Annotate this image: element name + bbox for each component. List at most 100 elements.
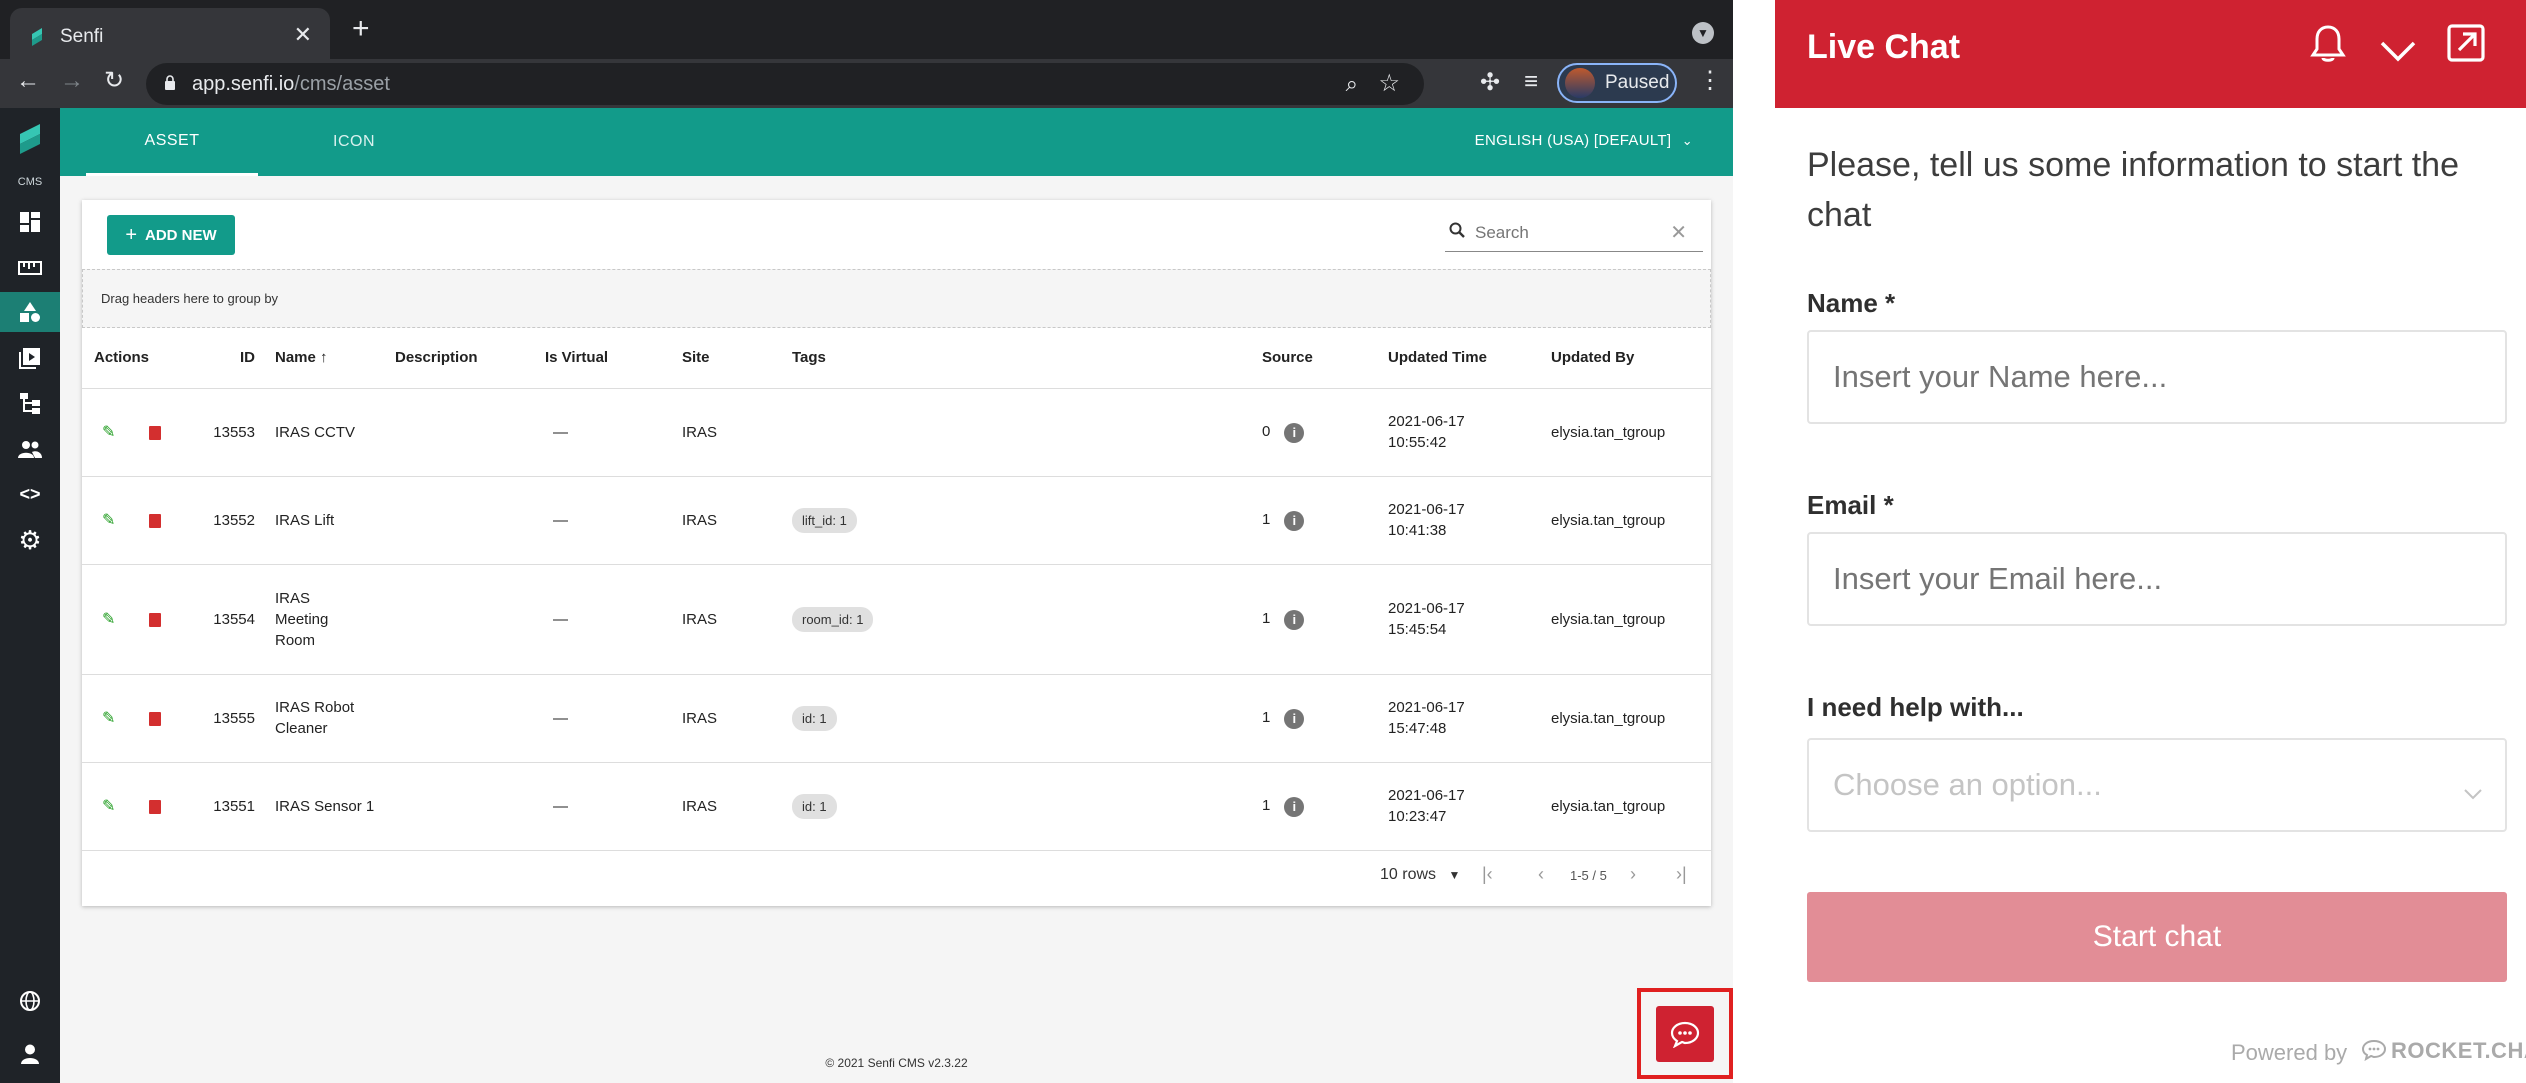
browser-tab[interactable]: Senfi ✕ (10, 8, 330, 66)
source-value: 1 (1262, 797, 1271, 815)
tab-icon[interactable]: ICON (268, 108, 440, 176)
edit-icon[interactable]: ✎ (102, 796, 115, 817)
cell-tags (784, 388, 1254, 477)
cell-id: 13551 (202, 762, 267, 851)
col-name[interactable]: Name ↑ (267, 328, 387, 389)
delete-icon[interactable] (149, 799, 162, 814)
clear-search-icon[interactable]: ✕ (1670, 220, 1687, 245)
address-bar[interactable]: app.senfi.io/cms/asset ⌕ ☆ (146, 63, 1424, 105)
live-chat-header: Live Chat (1775, 0, 2526, 108)
col-id[interactable]: ID (202, 328, 267, 389)
reload-icon[interactable]: ↻ (104, 66, 124, 96)
cell-updated-time: 2021-06-17 15:45:54 (1380, 564, 1543, 675)
table-row[interactable]: ✎ 13551 IRAS Sensor 1 — IRAS id: 1 1i 20… (82, 762, 1711, 851)
delete-icon[interactable] (149, 425, 162, 440)
name-field[interactable] (1807, 330, 2507, 424)
delete-icon[interactable] (149, 612, 162, 627)
email-field[interactable] (1807, 532, 2507, 626)
info-icon[interactable]: i (1284, 796, 1305, 817)
col-updated-time[interactable]: Updated Time (1380, 328, 1543, 389)
tab-asset[interactable]: ASSET (86, 108, 258, 176)
prev-page-icon[interactable]: ‹ (1538, 864, 1544, 885)
popout-icon[interactable] (2447, 24, 2485, 72)
start-chat-button[interactable]: Start chat (1807, 892, 2507, 982)
source-value: 1 (1262, 610, 1271, 628)
updated-clock: 10:23:47 (1388, 808, 1447, 825)
rows-per-page-label: 10 rows (1380, 866, 1437, 883)
asset-grid-card: + ADD NEW ✕ Drag headers here to group b… (82, 200, 1711, 906)
edit-icon[interactable]: ✎ (102, 422, 115, 443)
first-page-icon[interactable]: |‹ (1482, 864, 1493, 885)
table-row[interactable]: ✎ 13554 IRAS Meeting Room — IRAS room_id… (82, 564, 1711, 675)
back-icon[interactable]: ← (16, 66, 40, 96)
shapes-icon[interactable] (0, 292, 60, 332)
gear-icon[interactable]: ⚙ (0, 520, 60, 560)
updated-clock: 10:55:42 (1388, 434, 1447, 451)
info-icon[interactable]: i (1284, 422, 1305, 443)
col-tags[interactable]: Tags (784, 328, 1254, 389)
reading-list-icon[interactable]: ≡ (1524, 68, 1538, 96)
info-icon[interactable]: i (1284, 609, 1305, 630)
col-site[interactable]: Site (674, 328, 784, 389)
tag-chip[interactable]: id: 1 (792, 793, 837, 819)
code-icon[interactable]: <> (0, 474, 60, 514)
sort-arrow-up-icon: ↑ (320, 349, 328, 367)
cell-updated-by: elysia.tan_tgroup (1543, 388, 1711, 477)
tag-chip[interactable]: room_id: 1 (792, 606, 874, 632)
delete-icon[interactable] (149, 513, 162, 528)
globe-icon[interactable] (0, 981, 60, 1021)
media-icon[interactable] (0, 338, 60, 378)
table-row[interactable]: ✎ 13552 IRAS Lift — IRAS lift_id: 1 1i 2… (82, 476, 1711, 565)
rocket-chat-brand[interactable]: ROCKET.CHAT (2391, 1038, 2526, 1064)
source-value: 0 (1262, 423, 1271, 441)
profile-button[interactable]: Paused (1557, 63, 1677, 103)
info-icon[interactable]: i (1284, 708, 1305, 729)
col-is-virtual[interactable]: Is Virtual (537, 328, 674, 389)
language-selector[interactable]: ENGLISH (USA) [DEFAULT] ⌄ (1475, 132, 1693, 149)
account-icon[interactable] (0, 1034, 60, 1074)
cell-id: 13554 (202, 564, 267, 675)
edit-icon[interactable]: ✎ (102, 708, 115, 729)
col-description[interactable]: Description (387, 328, 537, 389)
search-input[interactable] (1475, 222, 1655, 243)
add-new-button[interactable]: + ADD NEW (107, 215, 235, 255)
zoom-icon[interactable]: ⌕ (1346, 71, 1358, 97)
hierarchy-icon[interactable] (0, 383, 60, 423)
chevron-down-icon (2463, 772, 2483, 808)
table-row[interactable]: ✎ 13555 IRAS Robot Cleaner — IRAS id: 1 … (82, 674, 1711, 763)
language-label: ENGLISH (USA) [DEFAULT] (1474, 132, 1672, 149)
bookmark-star-icon[interactable]: ☆ (1378, 69, 1400, 98)
table-row[interactable]: ✎ 13553 IRAS CCTV — IRAS 0i 2021-06-17 10… (82, 388, 1711, 477)
tag-chip[interactable]: id: 1 (792, 705, 837, 731)
next-page-icon[interactable]: › (1630, 864, 1636, 885)
tab-search-icon[interactable]: ▼ (1692, 22, 1714, 44)
bell-icon[interactable] (2310, 24, 2346, 74)
dashboard-icon[interactable] (0, 202, 60, 242)
forward-icon[interactable]: → (60, 66, 84, 96)
last-page-icon[interactable]: ›| (1676, 864, 1687, 885)
browser-menu-icon[interactable]: ⋮ (1698, 66, 1722, 95)
updated-date: 2021-06-17 (1388, 787, 1465, 804)
tag-chip[interactable]: lift_id: 1 (792, 507, 857, 533)
senfi-logo-icon[interactable] (16, 122, 44, 156)
group-by-area[interactable]: Drag headers here to group by (82, 269, 1711, 328)
new-tab-icon[interactable]: + (352, 14, 370, 44)
users-icon[interactable] (0, 429, 60, 469)
live-chat-launcher[interactable] (1637, 988, 1733, 1079)
rows-per-page-select[interactable]: 10 rows ▼ (1380, 866, 1460, 884)
col-updated-by[interactable]: Updated By (1543, 328, 1711, 389)
minimize-chevron-icon[interactable] (2379, 30, 2417, 73)
edit-icon[interactable]: ✎ (102, 510, 115, 531)
col-actions[interactable]: Actions (82, 328, 202, 389)
ruler-icon[interactable] (0, 248, 60, 288)
info-icon[interactable]: i (1284, 510, 1305, 531)
help-select[interactable]: Choose an option... (1807, 738, 2507, 832)
extensions-icon[interactable]: ✣ (1480, 68, 1500, 97)
cell-updated-time: 2021-06-17 10:55:42 (1380, 388, 1543, 477)
edit-icon[interactable]: ✎ (102, 609, 115, 630)
help-select-value: Choose an option... (1833, 767, 2102, 802)
close-tab-icon[interactable]: ✕ (294, 22, 312, 48)
delete-icon[interactable] (149, 711, 162, 726)
col-source[interactable]: Source (1254, 328, 1380, 389)
search-box: ✕ (1445, 214, 1703, 252)
